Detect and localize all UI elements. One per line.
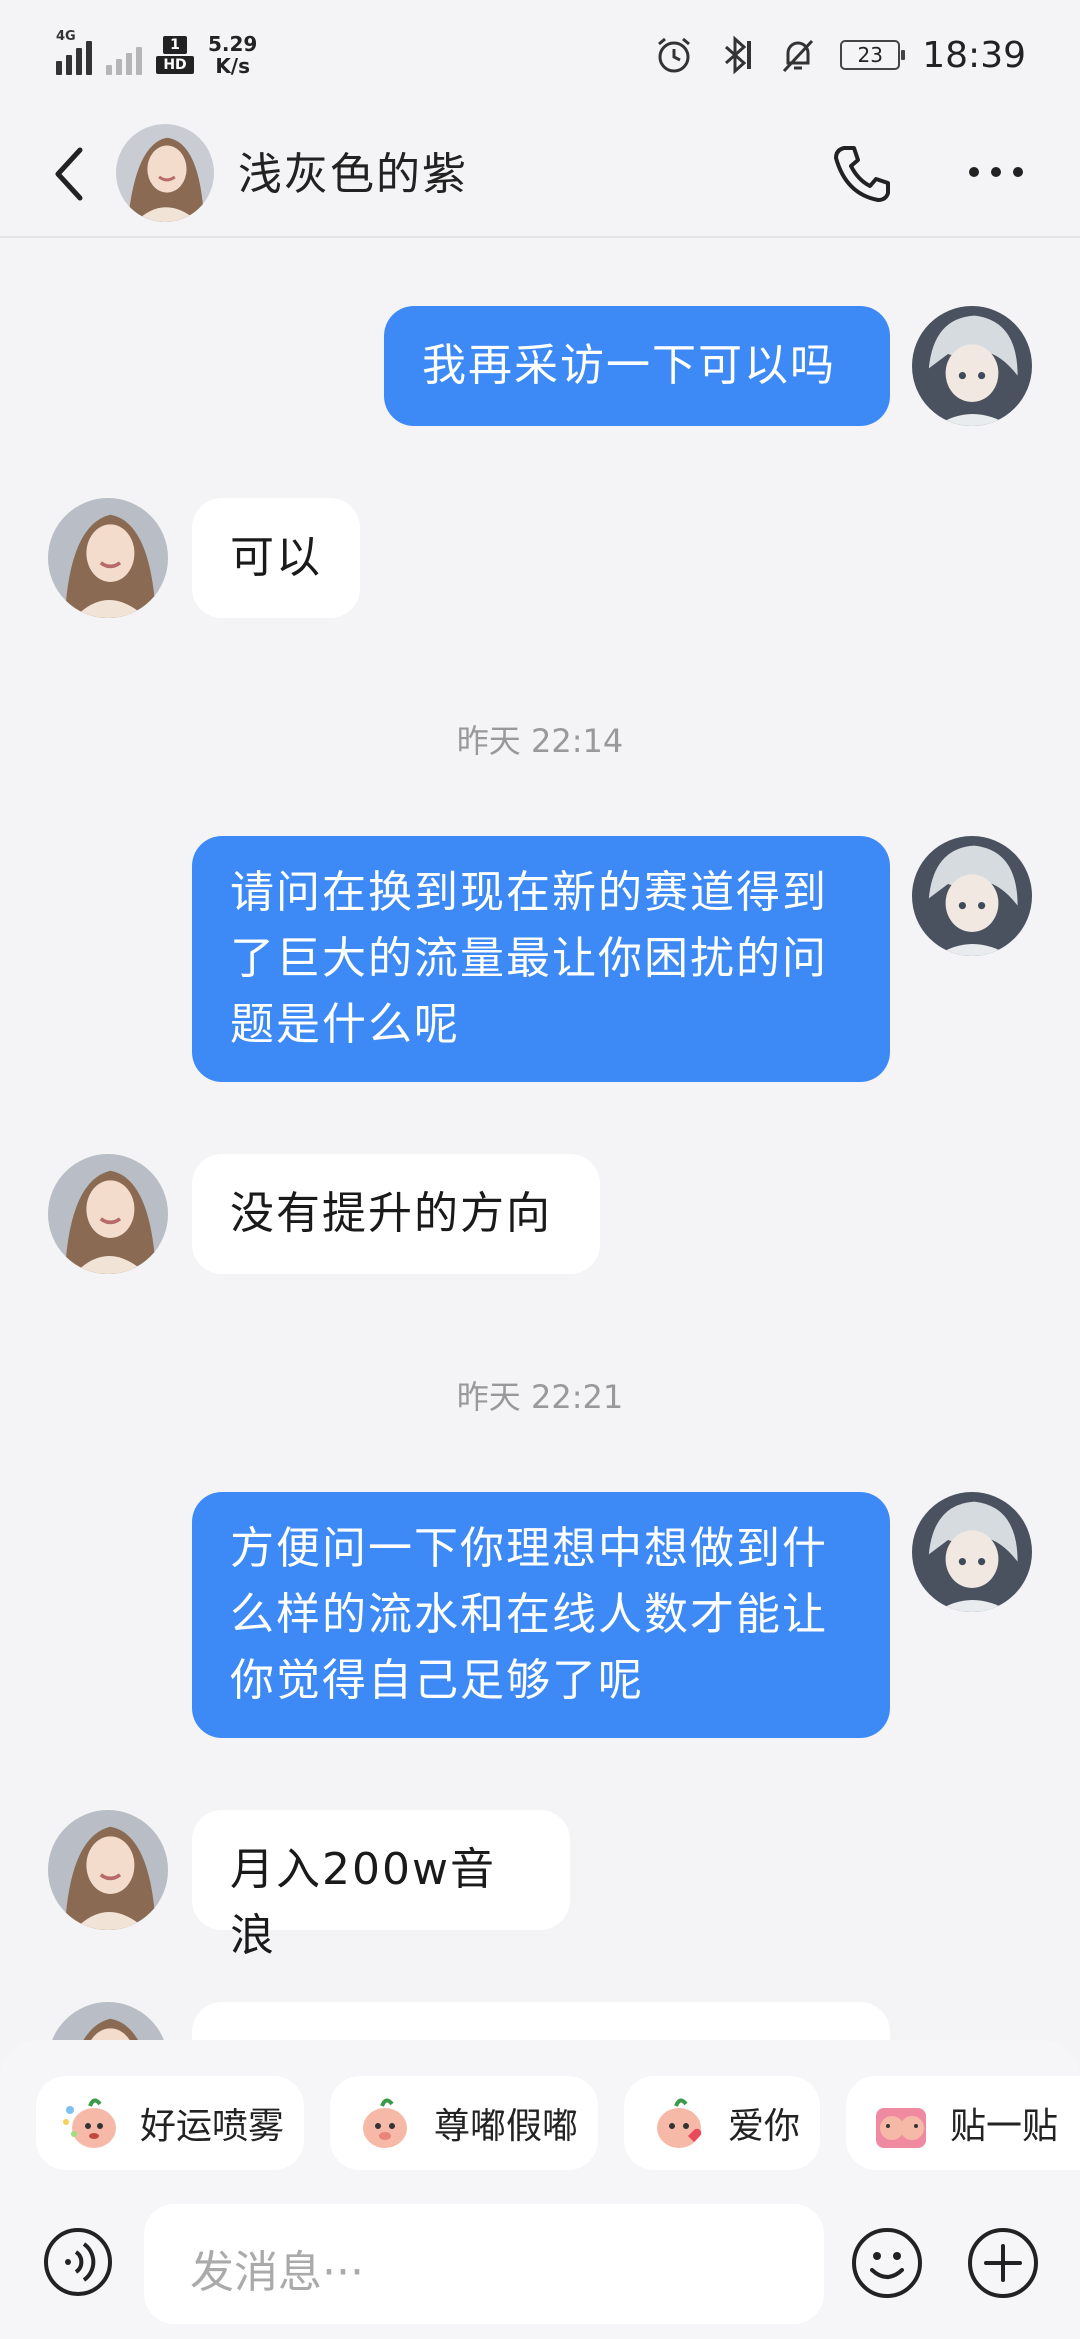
status-right: 23 18:39 [654, 35, 1026, 76]
hd-indicator: 1 HD [156, 36, 194, 74]
message-text: 可以 [230, 532, 322, 583]
chat-header: 浅灰色的紫 [0, 110, 1080, 238]
love-you-sticker-icon [657, 2098, 702, 2148]
bottom-panel: 好运喷雾 尊嘟假嘟 爱你 贴一贴 发消息··· [0, 2040, 1080, 2339]
my-avatar[interactable] [912, 306, 1032, 426]
message-text: 月入200w音浪 [230, 1844, 496, 1961]
message-text: 方便问一下你理想中想做到什么样的流水和在线人数才能让你觉得自己足够了呢 [230, 1523, 828, 1706]
contact-name: 浅灰色的紫 [238, 149, 468, 200]
contact-message-avatar[interactable] [48, 1154, 168, 1274]
status-bar: 4G 1 HD 5.29 K/s 23 18:39 [0, 0, 1080, 110]
message-input[interactable]: 发消息··· [144, 2204, 824, 2324]
timestamp: 昨天 22:21 [456, 1378, 624, 1416]
hd-label: HD [156, 56, 194, 74]
my-message-bubble[interactable]: 我再采访一下可以吗 [384, 306, 890, 426]
message-text: 我再采访一下可以吗 [422, 340, 836, 391]
contact-message-avatar[interactable] [48, 498, 168, 618]
timestamp: 昨天 22:14 [456, 722, 624, 760]
quick-reply-love-you[interactable]: 爱你 [624, 2076, 820, 2170]
contact-message-avatar[interactable] [48, 1810, 168, 1930]
quick-reply-label: 尊嘟假嘟 [434, 2106, 579, 2147]
more-icon[interactable] [966, 164, 1026, 180]
quick-reply-label: 贴一贴 [950, 2106, 1059, 2147]
my-avatar[interactable] [912, 836, 1032, 956]
sim-label: 1 [163, 36, 187, 54]
input-placeholder: 发消息··· [190, 2247, 364, 2298]
quick-reply-really[interactable]: 尊嘟假嘟 [330, 2076, 598, 2170]
quick-reply-label: 爱你 [728, 2106, 801, 2147]
status-time: 18:39 [922, 34, 1026, 76]
quick-reply-good-luck[interactable]: 好运喷雾 [36, 2076, 304, 2170]
quick-reply-stick[interactable]: 贴一贴 [846, 2076, 1080, 2170]
network-type-label: 4G [56, 29, 76, 44]
status-left: 4G 1 HD 5.29 K/s [56, 29, 257, 77]
stick-sticker-icon [876, 2108, 926, 2148]
my-message-bubble[interactable]: 请问在换到现在新的赛道得到了巨大的流量最让你困扰的问题是什么呢 [192, 836, 890, 1082]
signal-icon: 4G [56, 29, 92, 75]
voice-icon[interactable] [42, 2226, 114, 2298]
really-sticker-icon [363, 2098, 407, 2148]
message-text: 请问在换到现在新的赛道得到了巨大的流量最让你困扰的问题是什么呢 [230, 867, 828, 1050]
my-message-bubble[interactable]: 方便问一下你理想中想做到什么样的流水和在线人数才能让你觉得自己足够了呢 [192, 1492, 890, 1738]
alarm-icon [658, 37, 691, 73]
bluetooth-icon [725, 35, 752, 75]
mute-bell-icon [783, 39, 814, 73]
their-message-bubble[interactable]: 可以 [192, 498, 360, 618]
contact-avatar[interactable] [116, 124, 214, 222]
quick-reply-label: 好运喷雾 [140, 2106, 285, 2147]
speed-value: 5.29 [208, 32, 258, 56]
speed-unit: K/s [215, 54, 251, 78]
plus-icon[interactable] [966, 2226, 1040, 2300]
phone-icon[interactable] [830, 142, 894, 206]
network-speed: 5.29 K/s [208, 33, 257, 77]
signal-2-icon [106, 35, 142, 75]
battery-indicator: 23 [840, 40, 906, 70]
good-luck-sticker-icon [63, 2098, 116, 2148]
message-text: 没有提升的方向 [230, 1188, 552, 1239]
emoji-icon[interactable] [850, 2226, 924, 2300]
my-avatar[interactable] [912, 1492, 1032, 1612]
their-message-bubble[interactable]: 月入200w音浪 [192, 1810, 570, 1961]
their-message-bubble[interactable]: 没有提升的方向 [192, 1154, 600, 1274]
input-bar: 发消息··· [0, 2204, 1080, 2324]
back-arrow-icon[interactable] [50, 144, 90, 204]
